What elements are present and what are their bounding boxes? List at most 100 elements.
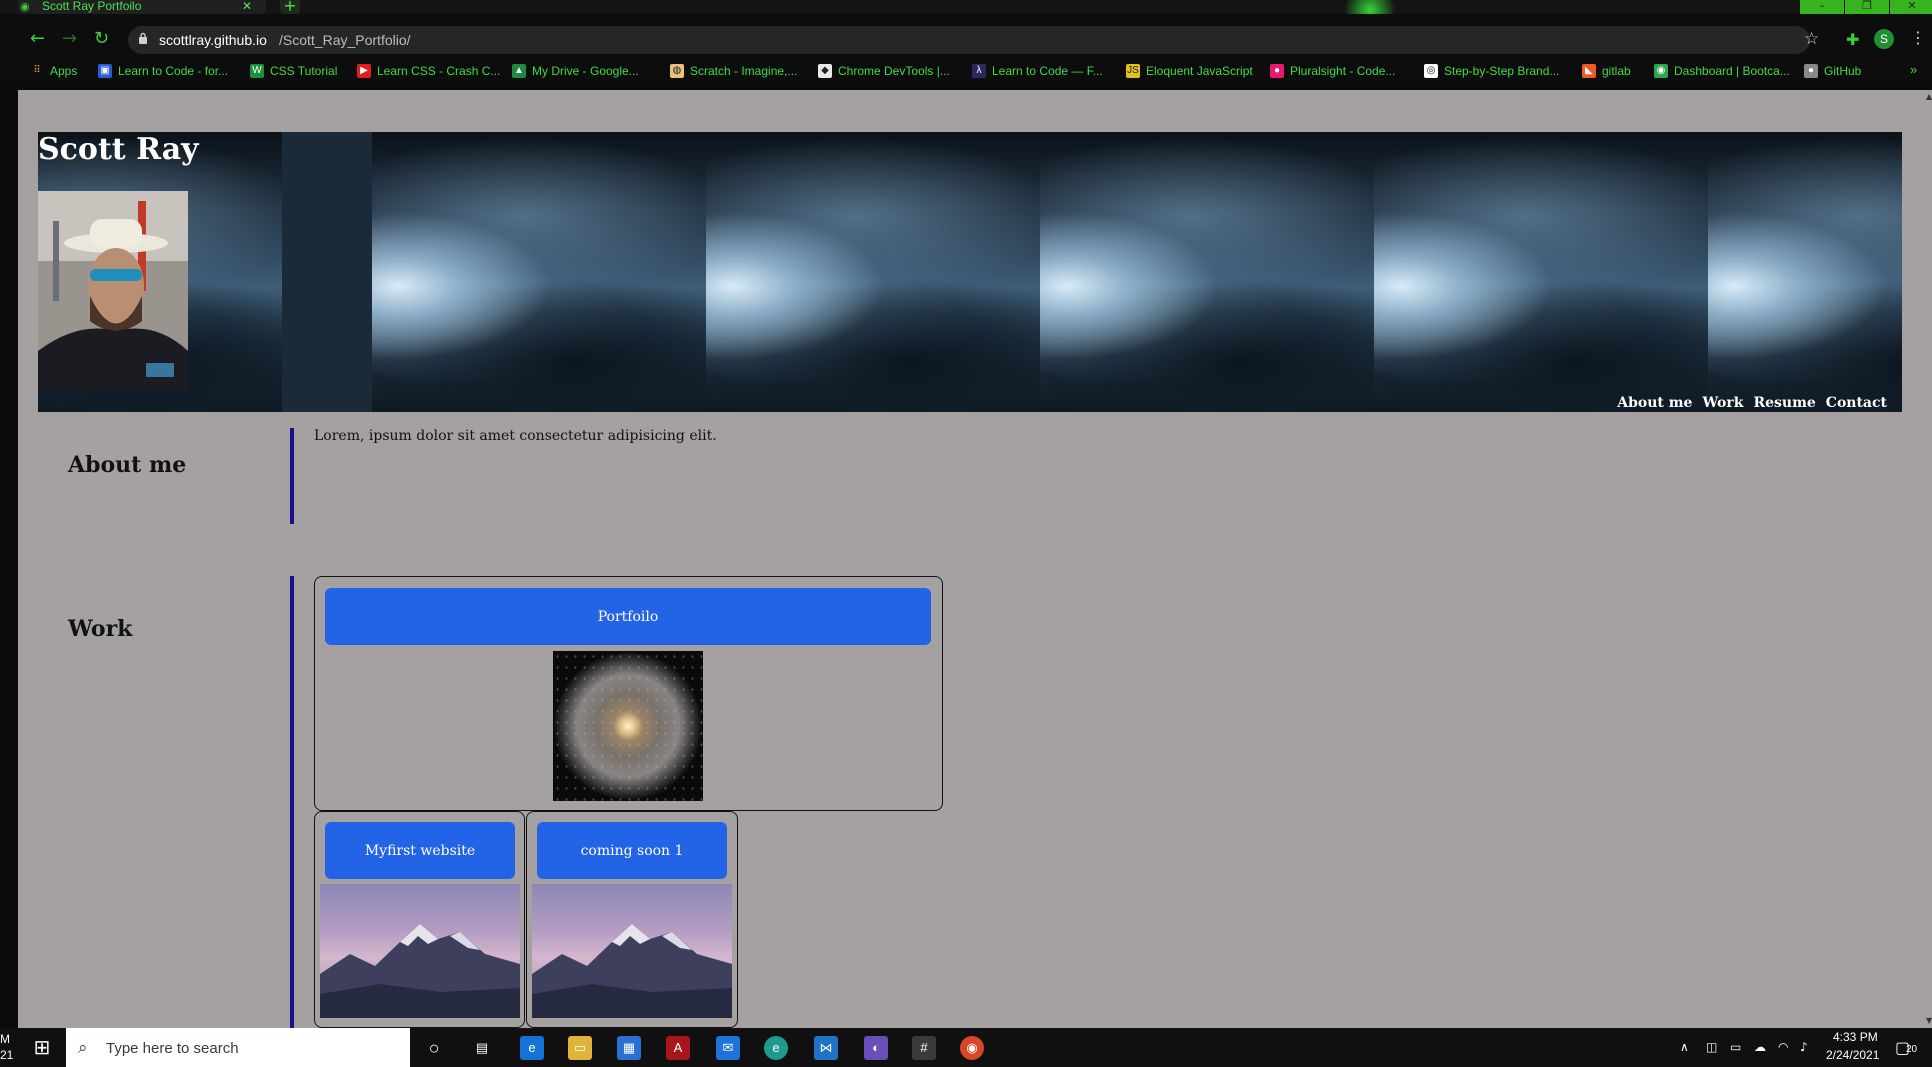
devtools-icon: ◆	[818, 64, 832, 78]
bookmark-label: Chrome DevTools |...	[838, 64, 950, 78]
bookmark-item[interactable]: ◉ Dashboard | Bootca...	[1654, 62, 1790, 80]
bookmark-label: Pluralsight - Code...	[1290, 64, 1396, 78]
search-icon: ⌕	[78, 1038, 88, 1058]
tab-title: Scott Ray Portfoilo	[42, 0, 142, 13]
url-host: scottlray.github.io	[159, 32, 267, 48]
bookmark-item[interactable]: W CSS Tutorial	[250, 62, 337, 80]
profile-avatar[interactable]: S	[1874, 29, 1894, 49]
bookmark-item[interactable]: ● GitHub	[1804, 62, 1861, 80]
profile-photo	[38, 191, 188, 391]
chrome-icon[interactable]: ◉	[960, 1036, 984, 1060]
bookmark-star-icon[interactable]: ☆	[1804, 29, 1819, 49]
bookmark-item[interactable]: ◍ Scratch - Imagine,...	[670, 62, 797, 80]
page-scrollbar[interactable]	[1911, 90, 1932, 1028]
work-divider	[290, 576, 294, 1028]
bookmark-item[interactable]: ▶ Learn CSS - Crash C...	[357, 62, 500, 80]
gitlab-icon: ◣	[1582, 64, 1596, 78]
nav-link-contact[interactable]: Contact	[1826, 394, 1887, 412]
volume-icon[interactable]: ♪	[1800, 1040, 1808, 1054]
bookmark-item[interactable]: λ Learn to Code — F...	[972, 62, 1103, 80]
bookmark-label: Apps	[50, 64, 78, 78]
bookmark-label: My Drive - Google...	[532, 64, 639, 78]
bookmark-label: Dashboard | Bootca...	[1674, 64, 1790, 78]
apps-grid-icon: ⠿	[33, 65, 41, 76]
bookmark-item[interactable]: JS Eloquent JavaScript	[1126, 62, 1253, 80]
nav-link-about[interactable]: About me	[1617, 394, 1692, 412]
storm-cloud-tile	[706, 132, 1040, 412]
bookmark-label: gitlab	[1602, 64, 1631, 78]
edge-text-line: M	[0, 1032, 10, 1046]
about-text: Lorem, ipsum dolor sit amet consectetur …	[314, 428, 717, 444]
minimize-button[interactable]: –	[1800, 0, 1844, 14]
tray-chevron-icon[interactable]: ∧	[1680, 1040, 1689, 1054]
bookmark-item[interactable]: ◆ Chrome DevTools |...	[818, 62, 950, 80]
globe-icon: ◉	[20, 0, 30, 13]
taskbar-clock-time[interactable]: 4:33 PM	[1833, 1030, 1878, 1044]
new-tab-button[interactable]: +	[280, 0, 300, 14]
bookmark-label: Scratch - Imagine,...	[690, 64, 798, 78]
scroll-up-arrow-icon[interactable]: ▲	[1926, 92, 1932, 101]
bookmark-label: Learn CSS - Crash C...	[377, 64, 501, 78]
bookmark-item[interactable]: ◣ gitlab	[1582, 62, 1631, 80]
windows-start-icon[interactable]: ⊞	[30, 1036, 54, 1060]
scroll-down-arrow-icon[interactable]: ▼	[1926, 1016, 1932, 1025]
browser-menu-icon[interactable]: ⋮	[1910, 28, 1926, 47]
bookmark-label: GitHub	[1824, 64, 1862, 78]
discord-icon[interactable]: ◐	[864, 1036, 888, 1060]
bookmark-label: CSS Tutorial	[270, 64, 338, 78]
storm-cloud-tile	[1374, 132, 1708, 412]
reload-icon[interactable]: ↻	[94, 30, 109, 48]
vscode-icon[interactable]: ⋈	[814, 1036, 838, 1060]
taskbar-clock-date[interactable]: 2/24/2021	[1826, 1048, 1879, 1062]
bookmarks-overflow-icon[interactable]: »	[1910, 62, 1917, 77]
bookmark-item[interactable]: ▣ Learn to Code - for...	[98, 62, 228, 80]
bookmark-item[interactable]: ◎ Step-by-Step Brand...	[1424, 62, 1559, 80]
header-banner	[38, 132, 1902, 412]
forward-arrow-icon[interactable]: →	[62, 30, 77, 48]
bookmark-label: Step-by-Step Brand...	[1444, 64, 1560, 78]
project-button-coming-soon[interactable]: coming soon 1	[537, 822, 727, 879]
cortana-icon[interactable]: ○	[422, 1036, 446, 1060]
freecodecamp-icon: λ	[972, 64, 986, 78]
freecodecamp-icon: ▣	[98, 64, 112, 78]
bookmark-item[interactable]: ⠿ Apps	[30, 62, 77, 80]
internet-explorer-icon[interactable]: e	[520, 1036, 544, 1060]
battery-icon[interactable]: ▭	[1730, 1040, 1741, 1054]
acrobat-icon[interactable]: A	[666, 1036, 690, 1060]
close-window-button[interactable]: ✕	[1890, 0, 1932, 14]
project-button-portfolio[interactable]: Portfoilo	[325, 588, 931, 645]
microsoft-store-icon[interactable]: ▦	[617, 1036, 641, 1060]
url-path: /Scott_Ray_Portfolio/	[279, 32, 411, 48]
edge-icon[interactable]: e	[764, 1036, 788, 1060]
github-icon: ●	[1804, 64, 1818, 78]
pluralsight-icon: ●	[1270, 64, 1284, 78]
mountain-image	[320, 884, 520, 1018]
slack-icon[interactable]: #	[912, 1036, 936, 1060]
js-icon: JS	[1126, 64, 1140, 78]
storm-cloud-tile	[1040, 132, 1374, 412]
restore-button[interactable]: ❐	[1845, 0, 1889, 14]
mail-icon[interactable]: ✉	[716, 1036, 740, 1060]
wifi-icon[interactable]: ◠	[1778, 1040, 1788, 1054]
scratch-icon: ◍	[670, 64, 684, 78]
task-view-icon[interactable]: ▤	[470, 1036, 494, 1060]
wallpaper-glow	[1340, 0, 1400, 14]
nav-link-resume[interactable]: Resume	[1753, 394, 1815, 412]
storm-cloud-tile	[372, 132, 706, 412]
extensions-puzzle-icon[interactable]: ✚	[1846, 30, 1859, 49]
about-divider	[290, 428, 294, 524]
project-button-first-website[interactable]: Myfirst website	[325, 822, 515, 879]
close-tab-icon[interactable]: ✕	[242, 0, 252, 13]
about-heading: About me	[68, 452, 187, 478]
bookmark-label: Eloquent JavaScript	[1146, 64, 1253, 78]
youtube-icon: ▶	[357, 64, 371, 78]
nav-link-work[interactable]: Work	[1702, 394, 1743, 412]
meet-now-icon[interactable]: ◫	[1706, 1040, 1717, 1054]
bookmark-label: Learn to Code - for...	[118, 64, 229, 78]
notification-count: 20	[1906, 1044, 1918, 1055]
onedrive-icon[interactable]: ☁	[1754, 1040, 1766, 1054]
bookmark-item[interactable]: ● Pluralsight - Code...	[1270, 62, 1395, 80]
file-explorer-icon[interactable]: ▭	[568, 1036, 592, 1060]
back-arrow-icon[interactable]: ←	[30, 30, 45, 48]
bookmark-item[interactable]: ▲ My Drive - Google...	[512, 62, 639, 80]
